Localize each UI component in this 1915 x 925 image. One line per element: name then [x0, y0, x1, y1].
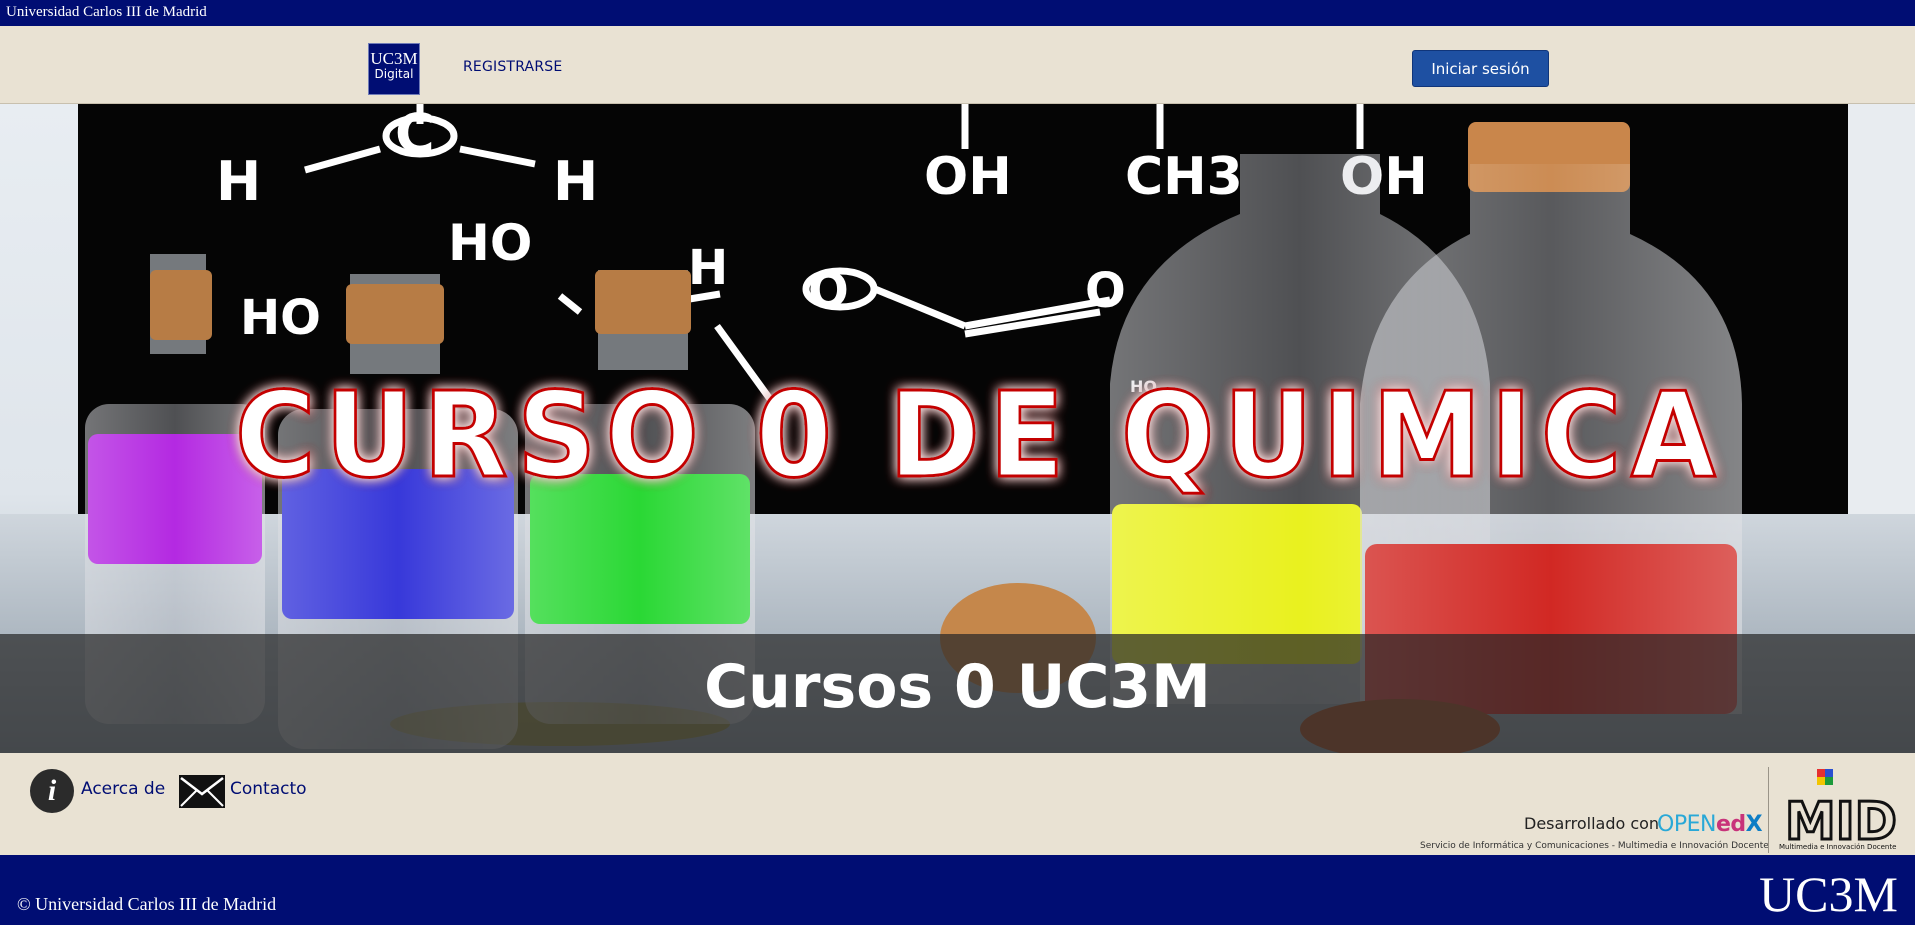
svg-text:H: H: [688, 240, 728, 296]
openedx-logo[interactable]: OPENedX: [1657, 812, 1763, 837]
hero-caption-title: Cursos 0 UC3M: [704, 652, 1211, 722]
developed-with-text: Desarrollado con: [1524, 814, 1660, 833]
uc3m-digital-logo[interactable]: UC3M Digital: [368, 43, 420, 95]
register-link[interactable]: REGISTRARSE: [463, 59, 562, 75]
svg-text:C: C: [395, 104, 435, 165]
copyright-text: © Universidad Carlos III de Madrid: [17, 894, 277, 914]
openedx-ed: ed: [1715, 812, 1746, 837]
contact-link[interactable]: Contacto: [230, 779, 307, 799]
logo-line2: Digital: [374, 67, 414, 81]
hero-banner: H C H HO H HO O O OH CH3 OH HO: [0, 104, 1915, 753]
svg-text:HO: HO: [240, 290, 321, 346]
envelope-icon[interactable]: [179, 775, 225, 808]
site-header: UC3M Digital REGISTRARSE Iniciar sesión: [0, 26, 1915, 104]
logo-line1: UC3M: [370, 49, 418, 68]
svg-text:OH: OH: [924, 147, 1012, 207]
mid-logo[interactable]: MID: [1783, 767, 1903, 853]
institution-name: Universidad Carlos III de Madrid: [6, 4, 207, 20]
site-footer: i Acerca de Contacto Desarrollado con OP…: [0, 753, 1915, 855]
svg-text:O: O: [1085, 263, 1126, 319]
svg-text:H: H: [216, 150, 261, 213]
bottom-bar: © Universidad Carlos III de Madrid UC3M: [0, 855, 1915, 925]
svg-text:HO: HO: [448, 214, 532, 272]
hero-caption-band: Cursos 0 UC3M: [0, 634, 1915, 753]
svg-text:H: H: [553, 150, 598, 213]
footer-divider: [1768, 767, 1769, 853]
info-icon[interactable]: i: [30, 769, 74, 813]
mid-subtitle: Multimedia e Innovación Docente: [1779, 843, 1897, 851]
openedx-open: OPEN: [1657, 812, 1716, 837]
svg-text:CH3: CH3: [1125, 147, 1243, 207]
top-institution-bar: Universidad Carlos III de Madrid: [0, 0, 1915, 26]
svg-text:O: O: [808, 263, 849, 319]
service-credit-text: Servicio de Informática y Comunicaciones…: [1420, 841, 1769, 851]
openedx-x: X: [1745, 812, 1763, 837]
uc3m-brand[interactable]: UC3M: [1759, 865, 1898, 923]
login-button[interactable]: Iniciar sesión: [1412, 50, 1549, 87]
banner-title-text: CURSO 0 DE QUIMICA: [235, 366, 1725, 504]
about-link[interactable]: Acerca de: [81, 779, 165, 799]
